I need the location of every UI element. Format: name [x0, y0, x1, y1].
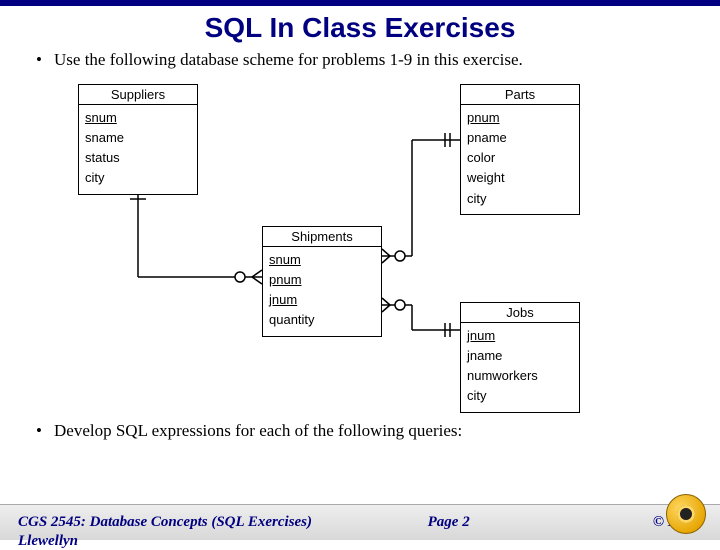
- attr: pname: [467, 128, 573, 148]
- attr: city: [467, 386, 573, 406]
- bullet-text: Develop SQL expressions for each of the …: [54, 421, 690, 441]
- attr: sname: [85, 128, 191, 148]
- entity-attrs: snum pnum jnum quantity: [263, 247, 381, 336]
- entity-jobs: Jobs jnum jname numworkers city: [460, 302, 580, 413]
- ucf-logo-icon: [666, 494, 706, 534]
- attr: color: [467, 148, 573, 168]
- attr: city: [85, 168, 191, 188]
- bullet-dot-icon: •: [36, 50, 54, 70]
- attr: pnum: [467, 108, 573, 128]
- attr: snum: [85, 108, 191, 128]
- bullet-text: Use the following database scheme for pr…: [54, 50, 690, 70]
- logo-inner-icon: [677, 505, 695, 523]
- entity-header: Suppliers: [79, 85, 197, 105]
- entity-attrs: snum sname status city: [79, 105, 197, 194]
- footer-bar: CGS 2545: Database Concepts (SQL Exercis…: [0, 504, 720, 540]
- attr: pnum: [269, 270, 375, 290]
- entity-attrs: pnum pname color weight city: [461, 105, 579, 214]
- entity-suppliers: Suppliers snum sname status city: [78, 84, 198, 195]
- attr: snum: [269, 250, 375, 270]
- attr: weight: [467, 168, 573, 188]
- entity-attrs: jnum jname numworkers city: [461, 323, 579, 412]
- bullet-item: • Develop SQL expressions for each of th…: [36, 421, 690, 441]
- attr: city: [467, 189, 573, 209]
- attr: jnum: [269, 290, 375, 310]
- attr: numworkers: [467, 366, 573, 386]
- entity-header: Jobs: [461, 303, 579, 323]
- entity-parts: Parts pnum pname color weight city: [460, 84, 580, 215]
- attr: status: [85, 148, 191, 168]
- footer-course: CGS 2545: Database Concepts (SQL Exercis…: [18, 514, 373, 531]
- attr: jname: [467, 346, 573, 366]
- entity-shipments: Shipments snum pnum jnum quantity: [262, 226, 382, 337]
- slide-content: • Use the following database scheme for …: [0, 50, 720, 441]
- footer-author-cutoff: Llewellyn: [18, 533, 78, 550]
- bullet-dot-icon: •: [36, 421, 54, 441]
- bullet-item: • Use the following database scheme for …: [36, 50, 690, 70]
- entity-header: Shipments: [263, 227, 381, 247]
- attr: jnum: [467, 326, 573, 346]
- attr: quantity: [269, 310, 375, 330]
- top-accent-bar: [0, 0, 720, 6]
- footer-page: Page 2: [373, 514, 525, 531]
- slide-title: SQL In Class Exercises: [0, 12, 720, 44]
- entity-header: Parts: [461, 85, 579, 105]
- er-diagram: Suppliers snum sname status city Parts p…: [30, 80, 690, 415]
